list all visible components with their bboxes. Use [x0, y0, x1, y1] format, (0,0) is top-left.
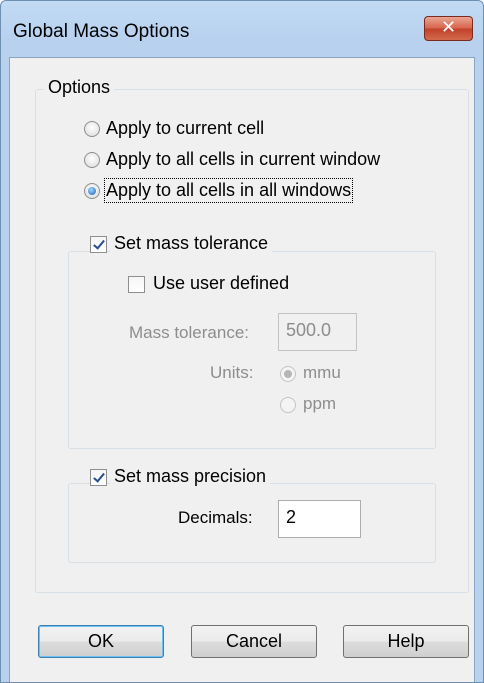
radio-apply-current-window-label[interactable]: Apply to all cells in current window — [106, 149, 380, 170]
mass-tolerance-label: Mass tolerance: — [129, 323, 249, 342]
units-label: Units: — [210, 363, 254, 382]
mass-tolerance-input[interactable]: 500.0 — [278, 313, 357, 351]
close-button[interactable]: ✕ — [424, 16, 473, 41]
use-user-defined-label[interactable]: Use user defined — [153, 273, 289, 294]
decimals-input[interactable]: 2 — [278, 500, 361, 538]
radio-apply-all-windows-label[interactable]: Apply to all cells in all windows — [103, 178, 354, 203]
dialog-title: Global Mass Options — [13, 21, 190, 42]
radio-apply-current-cell-label[interactable]: Apply to current cell — [106, 118, 264, 139]
set-mass-precision-checkbox[interactable] — [90, 469, 107, 486]
set-mass-tolerance-label[interactable]: Set mass tolerance — [110, 233, 273, 254]
radio-units-mmu[interactable] — [280, 366, 296, 382]
radio-apply-current-window[interactable] — [84, 152, 100, 168]
close-icon: ✕ — [440, 17, 457, 38]
set-mass-precision-label[interactable]: Set mass precision — [110, 466, 271, 487]
radio-units-mmu-label[interactable]: mmu — [303, 363, 341, 383]
radio-apply-all-windows[interactable] — [84, 183, 100, 199]
radio-apply-current-cell[interactable] — [84, 121, 100, 137]
use-user-defined-checkbox[interactable] — [128, 276, 145, 293]
radio-units-ppm[interactable] — [280, 397, 296, 413]
title-bar[interactable]: Global Mass Options ✕ — [1, 1, 483, 57]
radio-units-ppm-label[interactable]: ppm — [303, 394, 336, 414]
global-mass-options-dialog: Global Mass Options ✕ Options Apply to c… — [0, 0, 484, 683]
set-mass-tolerance-checkbox[interactable] — [90, 236, 107, 253]
cancel-button[interactable]: Cancel — [191, 625, 317, 658]
help-button[interactable]: Help — [343, 625, 469, 658]
dialog-client-area: Options Apply to current cell Apply to a… — [9, 57, 475, 682]
ok-button[interactable]: OK — [38, 625, 164, 658]
decimals-label: Decimals: — [178, 508, 253, 527]
options-legend: Options — [44, 77, 115, 98]
